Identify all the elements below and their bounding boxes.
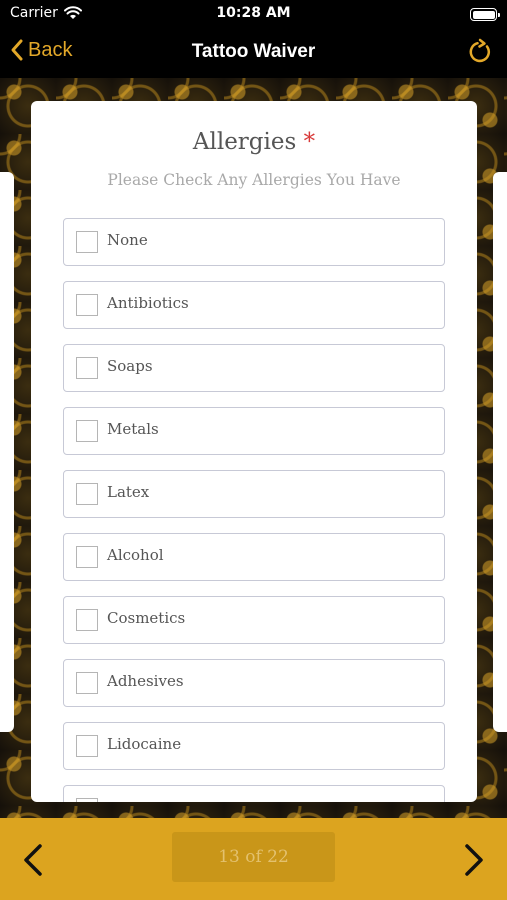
option-cosmetics[interactable]: Cosmetics	[63, 596, 445, 644]
checkbox[interactable]	[76, 231, 98, 253]
option-label: None	[107, 231, 148, 249]
status-bar: Carrier 10:28 AM	[0, 0, 507, 30]
checkbox[interactable]	[76, 672, 98, 694]
option-lidocaine[interactable]: Lidocaine	[63, 722, 445, 770]
option-label: Latex	[107, 483, 150, 501]
page-title: Tattoo Waiver	[191, 41, 316, 62]
checkbox[interactable]	[76, 546, 98, 568]
option-partial[interactable]	[63, 785, 445, 802]
checkbox[interactable]	[76, 483, 98, 505]
option-label: Adhesives	[107, 672, 184, 690]
question-title-text: Allergies	[192, 129, 297, 155]
chevron-left-icon[interactable]	[18, 842, 48, 878]
option-label: Alcohol	[107, 546, 164, 564]
option-antibiotics[interactable]: Antibiotics	[63, 281, 445, 329]
checkbox[interactable]	[76, 294, 98, 316]
option-label: Lidocaine	[107, 735, 182, 753]
checkbox[interactable]	[76, 420, 98, 442]
battery-icon	[470, 8, 500, 21]
question-subtitle: Please Check Any Allergies You Have	[107, 171, 401, 189]
option-label: Antibiotics	[107, 294, 189, 312]
checkbox[interactable]	[76, 798, 98, 802]
page-indicator: 13 of 22	[172, 832, 335, 882]
option-alcohol[interactable]: Alcohol	[63, 533, 445, 581]
question-card: Allergies * Please Check Any Allergies Y…	[31, 101, 477, 802]
options-list: None Antibiotics Soaps Metals Latex Alco…	[63, 218, 445, 802]
option-metals[interactable]: Metals	[63, 407, 445, 455]
option-label: Metals	[107, 420, 159, 438]
option-none[interactable]: None	[63, 218, 445, 266]
option-soaps[interactable]: Soaps	[63, 344, 445, 392]
option-adhesives[interactable]: Adhesives	[63, 659, 445, 707]
previous-page-card[interactable]	[0, 172, 14, 732]
checkbox[interactable]	[76, 357, 98, 379]
pagination-bar: 13 of 22	[0, 818, 507, 900]
refresh-icon[interactable]	[465, 37, 495, 67]
status-time: 10:28 AM	[216, 5, 291, 21]
checkbox[interactable]	[76, 735, 98, 757]
checkbox[interactable]	[76, 609, 98, 631]
navigation-bar: Back Tattoo Waiver	[0, 30, 507, 78]
option-label: Soaps	[107, 357, 153, 375]
question-title: Allergies *	[31, 129, 477, 155]
chevron-right-icon[interactable]	[459, 842, 489, 878]
option-label: Cosmetics	[107, 609, 186, 627]
option-latex[interactable]: Latex	[63, 470, 445, 518]
required-marker: *	[303, 129, 316, 155]
next-page-card[interactable]	[493, 172, 507, 732]
